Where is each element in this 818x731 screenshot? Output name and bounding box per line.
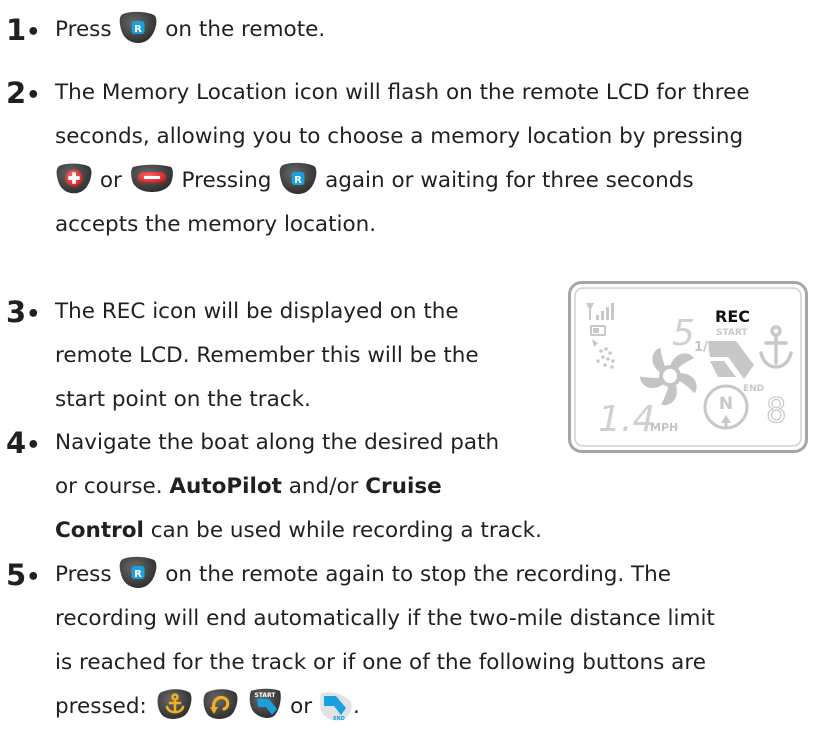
text-line: is reached for the track or if one of th… [55,650,706,675]
svg-text:N: N [719,394,733,414]
end-indicator: END [743,384,764,394]
text-segment: or course. [55,474,170,499]
text-line: The Memory Location icon will flash on t… [55,80,750,105]
text-segment: Pressing [181,168,272,193]
text-line: pressed: START or END . [55,685,715,729]
step-text: Press R on the remote again to stop the … [55,553,715,729]
rec-indicator: REC [715,307,750,326]
lcd-unit: MPH [650,421,678,434]
svg-text:R: R [294,175,302,186]
text-line: Press R on the remote again to stop the … [55,553,715,597]
svg-text:R: R [135,24,143,35]
cruise-term: Cruise [365,474,442,499]
text-segment: or [99,168,122,193]
memory-digit: 8 [766,391,786,431]
record-button-icon: R [118,556,158,590]
start-indicator: START [716,328,748,338]
svg-text:R: R [135,569,143,580]
text-segment: . [352,694,360,719]
text-line: remote LCD. Remember this will be the [55,343,479,368]
text-segment: Press [55,17,112,42]
control-term: Control [55,518,144,543]
step-text: The Memory Location icon will flash on t… [55,71,750,247]
minus-button-icon [129,164,175,194]
text-segment: on the remote again to stop the recordin… [165,562,672,587]
text-line: The REC icon will be displayed on the [55,299,459,324]
text-line: or Pressing R again or waiting for three… [55,159,750,203]
start-button-icon: START [247,687,283,723]
plus-button-icon [55,162,93,196]
text-line: Navigate the boat along the desired path [55,430,500,455]
text-segment: again or waiting for three seconds [325,168,694,193]
record-button-icon: R [278,162,318,196]
end-button-icon: END [319,688,353,722]
remote-lcd-display: 5 1/2 REC START END 1.4 MPH N 8 [568,281,808,453]
lcd-value: 1.4 [598,399,655,440]
text-segment: can be used while recording a track. [143,518,542,543]
text-segment: and/or [281,474,366,499]
text-segment: on the remote. [165,17,326,42]
text-line: Press R on the remote. [55,8,325,52]
text-line: Control can be used while recording a tr… [55,509,542,553]
text-segment: pressed: [55,694,147,719]
text-segment: or [290,694,313,719]
autopilot-term: AutoPilot [169,474,282,499]
text-line: start point on the track. [55,387,311,412]
step-number: 5• [6,558,40,592]
text-line: recording will end automatically if the … [55,606,715,631]
speed-digit: 5 [672,313,695,354]
text-line: accepts the memory location. [55,212,377,237]
anchor-button-icon [154,687,194,723]
step-number: 3• [6,295,40,329]
text-line: or course. AutoPilot and/or Cruise [55,465,542,509]
text-line: seconds, allowing you to choose a memory… [55,124,744,149]
return-button-icon [200,687,240,723]
step-number: 2• [6,76,40,110]
step-text: The REC icon will be displayed on the re… [55,290,479,422]
step-text: Press R on the remote. [55,8,325,52]
record-button-icon: R [118,11,158,45]
step-text: Navigate the boat along the desired path… [55,421,542,553]
step-number: 4• [6,426,40,460]
svg-text:START: START [255,692,277,699]
text-segment: Press [55,562,112,587]
svg-text:END: END [333,716,345,722]
step-number: 1• [6,13,40,47]
